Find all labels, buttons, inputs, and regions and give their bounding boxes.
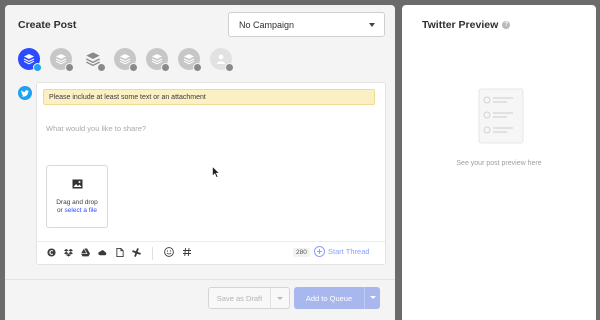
profile-avatar-2[interactable] — [50, 48, 74, 72]
slack-icon[interactable] — [132, 248, 141, 257]
media-upload-dropzone[interactable]: Drag and drop or select a file — [46, 165, 108, 228]
start-thread-button[interactable]: Start Thread — [314, 246, 370, 257]
chevron-down-icon — [277, 297, 283, 300]
user-icon — [217, 54, 225, 64]
profile-avatar-4[interactable] — [114, 48, 138, 72]
twitter-icon — [18, 86, 32, 100]
mouse-cursor-icon — [212, 166, 220, 178]
profile-selector — [18, 48, 234, 72]
twitter-preview-panel: Twitter Preview ? See your post preview … — [402, 5, 596, 320]
twitter-preview-title-text: Twitter Preview — [422, 19, 499, 31]
image-icon — [72, 179, 82, 189]
start-thread-label: Start Thread — [328, 247, 370, 256]
warning-banner: Please include at least some text or an … — [43, 89, 375, 105]
linkedin-badge-icon — [129, 63, 138, 72]
pinterest-badge-icon — [97, 63, 106, 72]
campaign-select-value: No Campaign — [239, 19, 295, 30]
twitter-badge-icon — [161, 63, 170, 72]
dropzone-or-text: or — [56, 207, 65, 214]
post-composer: Please include at least some text or an … — [36, 82, 386, 265]
profile-avatar-7[interactable] — [210, 48, 234, 72]
buffer-layers-icon — [55, 54, 67, 65]
google-drive-icon[interactable] — [81, 248, 90, 257]
emoji-icon[interactable] — [164, 247, 174, 257]
post-text-input[interactable]: What would you like to share? — [46, 124, 146, 133]
document-icon[interactable] — [115, 248, 124, 257]
create-post-panel: Create Post No Campaign Please include a… — [5, 5, 395, 320]
dropzone-text: Drag and drop — [56, 199, 98, 206]
twitter-preview-title: Twitter Preview ? — [422, 19, 511, 31]
select-file-link[interactable]: select a file — [65, 207, 98, 214]
add-to-queue-button[interactable]: Add to Queue — [294, 287, 364, 309]
post-preview-illustration — [478, 88, 524, 144]
plus-circle-icon — [314, 246, 325, 257]
toolbar-divider — [152, 247, 153, 260]
chevron-down-icon — [369, 23, 375, 27]
instagram-badge-icon — [65, 63, 74, 72]
buffer-layers-icon — [183, 54, 195, 65]
add-to-queue-dropdown-button[interactable] — [364, 287, 380, 309]
facebook-badge-icon — [193, 63, 202, 72]
buffer-layers-icon — [119, 54, 131, 65]
buffer-layers-icon — [23, 54, 35, 65]
profile-avatar-1[interactable] — [18, 48, 42, 72]
hashtag-icon[interactable] — [182, 247, 192, 257]
help-icon[interactable]: ? — [502, 21, 511, 29]
buffer-layers-icon — [151, 54, 163, 65]
profile-avatar-5[interactable] — [146, 48, 170, 72]
footer-divider — [5, 279, 395, 280]
save-draft-dropdown-button[interactable] — [270, 287, 290, 309]
profile-avatar-3[interactable] — [82, 48, 106, 72]
profile-avatar-6[interactable] — [178, 48, 202, 72]
chevron-down-icon — [369, 296, 376, 299]
save-draft-button[interactable]: Save as Draft — [208, 287, 271, 309]
linkedin-badge-icon — [225, 63, 234, 72]
canva-icon[interactable] — [47, 248, 56, 257]
character-count: 280 — [293, 248, 310, 257]
twitter-badge-icon — [33, 63, 42, 72]
dropzone-subtext: or select a file — [47, 207, 107, 214]
onedrive-icon[interactable] — [98, 248, 107, 257]
create-post-title: Create Post — [18, 19, 77, 31]
composer-toolbar: 280 Start Thread — [37, 241, 385, 264]
preview-placeholder-text: See your post preview here — [456, 160, 542, 167]
campaign-select[interactable]: No Campaign — [228, 12, 385, 37]
dropbox-icon[interactable] — [64, 248, 73, 257]
